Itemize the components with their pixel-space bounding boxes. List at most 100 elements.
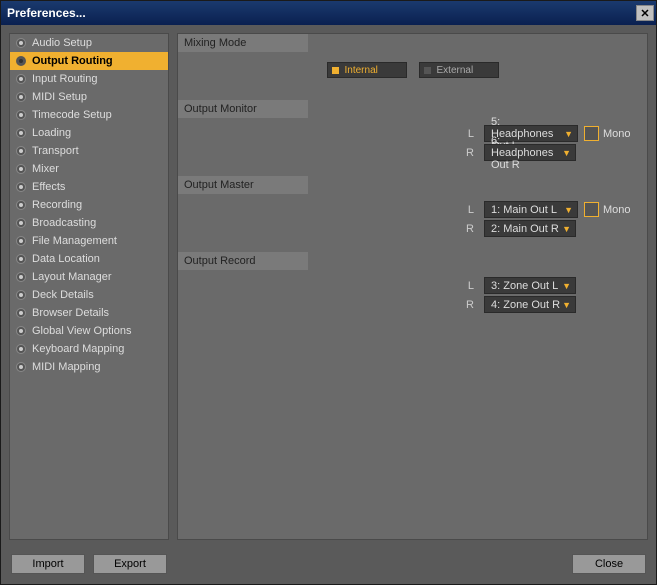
section-header-output-record: Output Record bbox=[178, 252, 308, 270]
main-panel: Mixing Mode Internal External Output Mon… bbox=[177, 33, 648, 540]
radio-icon bbox=[16, 344, 26, 354]
channel-label-l: L bbox=[178, 204, 478, 216]
sidebar-item[interactable]: Timecode Setup bbox=[10, 106, 168, 124]
sidebar-item-label: Output Routing bbox=[32, 55, 113, 67]
sidebar-item[interactable]: Mixer bbox=[10, 160, 168, 178]
dropdown-value: 1: Main Out L bbox=[491, 204, 557, 216]
close-icon[interactable]: ✕ bbox=[636, 5, 654, 21]
sidebar-item[interactable]: Effects bbox=[10, 178, 168, 196]
sidebar-item-label: Transport bbox=[32, 145, 79, 157]
footer: Import Export Close bbox=[1, 548, 656, 584]
sidebar-item-label: Layout Manager bbox=[32, 271, 112, 283]
sidebar-item[interactable]: Deck Details bbox=[10, 286, 168, 304]
sidebar-item[interactable]: Transport bbox=[10, 142, 168, 160]
output-master-right-dropdown[interactable]: 2: Main Out R ▼ bbox=[484, 220, 576, 237]
channel-label-r: R bbox=[178, 299, 478, 311]
radio-icon bbox=[16, 128, 26, 138]
mono-group: Mono bbox=[584, 202, 637, 217]
radio-icon bbox=[16, 200, 26, 210]
preferences-window: Preferences... ✕ Audio Setup Output Routi… bbox=[0, 0, 657, 585]
footer-left: Import Export bbox=[11, 554, 167, 574]
sidebar-item[interactable]: Broadcasting bbox=[10, 214, 168, 232]
chevron-down-icon: ▼ bbox=[562, 148, 571, 158]
close-button[interactable]: Close bbox=[572, 554, 646, 574]
sidebar-item[interactable]: Browser Details bbox=[10, 304, 168, 322]
chevron-down-icon: ▼ bbox=[562, 224, 571, 234]
titlebar: Preferences... ✕ bbox=[1, 1, 656, 25]
output-master-left-row: L 1: Main Out L ▼ Mono bbox=[178, 200, 647, 219]
mono-label: Mono bbox=[603, 204, 637, 216]
sidebar-item[interactable]: Audio Setup bbox=[10, 34, 168, 52]
output-master-section: Output Master L 1: Main Out L ▼ Mono R bbox=[178, 176, 647, 238]
window-title: Preferences... bbox=[7, 6, 86, 20]
sidebar-item[interactable]: Layout Manager bbox=[10, 268, 168, 286]
sidebar-item-label: MIDI Setup bbox=[32, 91, 87, 103]
sidebar-item[interactable]: Output Routing bbox=[10, 52, 168, 70]
output-monitor-mono-checkbox[interactable] bbox=[584, 126, 599, 141]
radio-icon bbox=[16, 164, 26, 174]
radio-icon bbox=[16, 38, 26, 48]
sidebar-item[interactable]: Data Location bbox=[10, 250, 168, 268]
sidebar-item[interactable]: Keyboard Mapping bbox=[10, 340, 168, 358]
radio-icon bbox=[16, 362, 26, 372]
sidebar-item-label: Global View Options bbox=[32, 325, 131, 337]
chevron-down-icon: ▼ bbox=[562, 300, 571, 310]
output-record-left-dropdown[interactable]: 3: Zone Out L ▼ bbox=[484, 277, 576, 294]
chevron-down-icon: ▼ bbox=[564, 129, 573, 139]
output-record-right-row: R 4: Zone Out R ▼ bbox=[178, 295, 647, 314]
output-master-mono-checkbox[interactable] bbox=[584, 202, 599, 217]
radio-icon bbox=[16, 308, 26, 318]
sidebar-item[interactable]: MIDI Mapping bbox=[10, 358, 168, 376]
sidebar-item-label: Mixer bbox=[32, 163, 59, 175]
radio-icon bbox=[16, 290, 26, 300]
import-button[interactable]: Import bbox=[11, 554, 85, 574]
section-header-output-master: Output Master bbox=[178, 176, 308, 194]
sidebar-item[interactable]: File Management bbox=[10, 232, 168, 250]
sidebar-item-label: Recording bbox=[32, 199, 82, 211]
radio-icon bbox=[16, 74, 26, 84]
sidebar: Audio Setup Output Routing Input Routing MI… bbox=[9, 33, 169, 540]
sidebar-item[interactable]: Loading bbox=[10, 124, 168, 142]
mixing-internal-label: Internal bbox=[345, 65, 378, 76]
channel-label-r: R bbox=[178, 223, 478, 235]
sidebar-item[interactable]: Recording bbox=[10, 196, 168, 214]
sidebar-item-label: Keyboard Mapping bbox=[32, 343, 124, 355]
sidebar-item[interactable]: Input Routing bbox=[10, 70, 168, 88]
sidebar-item-label: MIDI Mapping bbox=[32, 361, 100, 373]
dropdown-value: 6: Headphones Out R bbox=[491, 135, 562, 171]
section-header-mixing-mode: Mixing Mode bbox=[178, 34, 308, 52]
output-monitor-section: Output Monitor L 5: Headphones Out L ▼ M… bbox=[178, 100, 647, 162]
radio-icon bbox=[16, 146, 26, 156]
chevron-down-icon: ▼ bbox=[564, 205, 573, 215]
radio-icon bbox=[16, 218, 26, 228]
channel-label-r: R bbox=[178, 147, 478, 159]
sidebar-item[interactable]: MIDI Setup bbox=[10, 88, 168, 106]
sidebar-item-label: Timecode Setup bbox=[32, 109, 112, 121]
content-area: Audio Setup Output Routing Input Routing MI… bbox=[1, 25, 656, 548]
export-button[interactable]: Export bbox=[93, 554, 167, 574]
output-master-right-row: R 2: Main Out R ▼ bbox=[178, 219, 647, 238]
mixing-mode-row: Internal External bbox=[178, 58, 647, 86]
mixing-mode-internal-button[interactable]: Internal bbox=[327, 62, 407, 78]
indicator-icon bbox=[424, 67, 431, 74]
radio-icon bbox=[16, 182, 26, 192]
radio-icon bbox=[16, 272, 26, 282]
dropdown-value: 4: Zone Out R bbox=[491, 299, 560, 311]
sidebar-item-label: Input Routing bbox=[32, 73, 97, 85]
output-record-left-row: L 3: Zone Out L ▼ bbox=[178, 276, 647, 295]
mixing-external-label: External bbox=[437, 65, 474, 76]
dropdown-value: 3: Zone Out L bbox=[491, 280, 558, 292]
dropdown-value: 2: Main Out R bbox=[491, 223, 559, 235]
sidebar-item-label: Data Location bbox=[32, 253, 100, 265]
output-master-left-dropdown[interactable]: 1: Main Out L ▼ bbox=[484, 201, 578, 218]
sidebar-item-label: Loading bbox=[32, 127, 71, 139]
radio-icon bbox=[16, 254, 26, 264]
radio-icon bbox=[16, 92, 26, 102]
output-record-section: Output Record L 3: Zone Out L ▼ R 4: Zon… bbox=[178, 252, 647, 314]
output-monitor-right-dropdown[interactable]: 6: Headphones Out R ▼ bbox=[484, 144, 576, 161]
sidebar-item[interactable]: Global View Options bbox=[10, 322, 168, 340]
mixing-mode-external-button[interactable]: External bbox=[419, 62, 499, 78]
output-record-right-dropdown[interactable]: 4: Zone Out R ▼ bbox=[484, 296, 576, 313]
sidebar-item-label: File Management bbox=[32, 235, 117, 247]
channel-label-l: L bbox=[178, 128, 478, 140]
